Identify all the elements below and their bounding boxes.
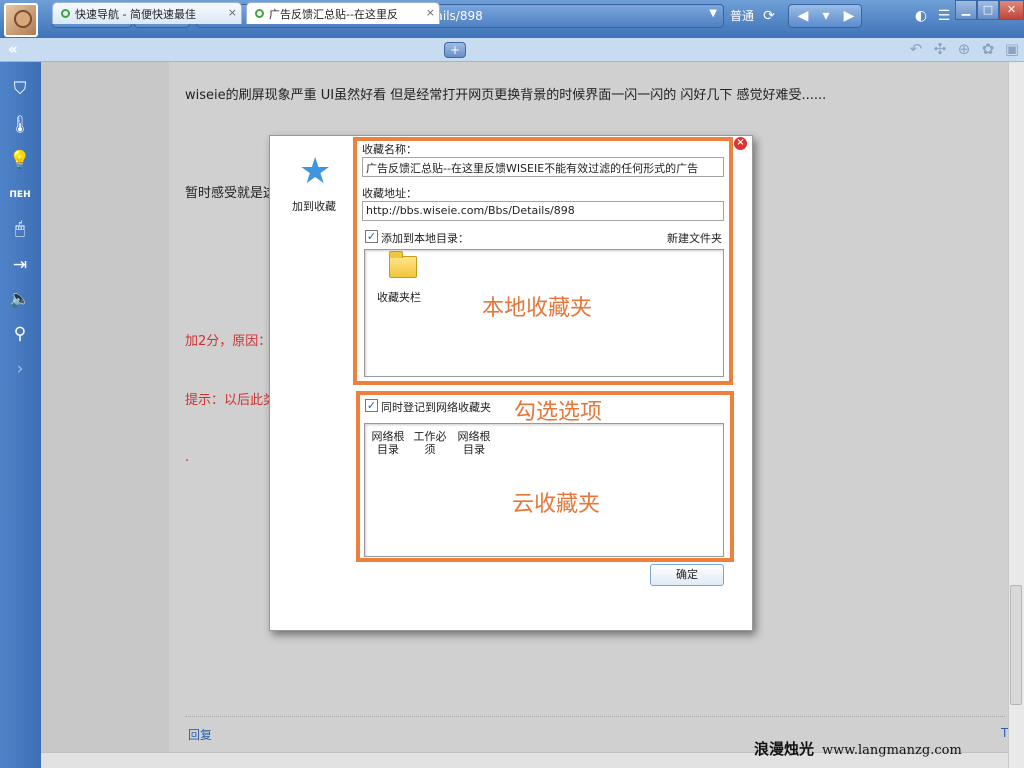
undo-icon[interactable]: ↶ <box>906 40 926 60</box>
left-sidebar: ⛉ 🌡 💡 ПЕН 🖱 ⇥ 🔈 ⚲ › <box>0 62 41 768</box>
bulb-icon[interactable]: 💡 <box>9 149 31 171</box>
local-annotation: 本地收藏夹 <box>482 296 593 321</box>
search-icon[interactable]: ⚲ <box>9 323 31 345</box>
tab-ad-feedback[interactable]: 广告反馈汇总贴--在这里反 × <box>246 2 440 24</box>
zoom-icon[interactable]: ⊕ <box>954 40 974 60</box>
scrollbar-thumb[interactable] <box>1010 585 1022 705</box>
skin-icon[interactable]: ◐ <box>910 5 932 27</box>
tab-label: 广告反馈汇总贴--在这里反 <box>269 8 398 21</box>
local-highlight-box <box>353 137 733 385</box>
speaker-icon[interactable]: 🔈 <box>9 288 31 310</box>
user-avatar[interactable] <box>4 3 38 37</box>
thermometer-icon[interactable]: 🌡 <box>9 114 31 136</box>
tab-label: 快速导航 - 简便快速最佳 <box>75 8 196 21</box>
add-favorite-label: 加到收藏 <box>292 200 336 213</box>
collapse-sidebar-icon[interactable]: « <box>8 40 18 58</box>
tab-quick-nav[interactable]: 快速导航 - 简便快速最佳 × <box>52 2 242 24</box>
export-icon[interactable]: ⇥ <box>9 254 31 276</box>
chevron-right-icon[interactable]: › <box>9 358 31 380</box>
mouse-icon[interactable]: 🖱 <box>9 218 31 240</box>
watermark-name: 浪漫烛光 <box>754 740 815 758</box>
dropdown-icon[interactable]: ▾ <box>815 5 837 27</box>
watermark: 浪漫烛光 www.langmanzg.com <box>754 738 962 759</box>
post-line-1: wiseie的刷屏现象严重 UI虽然好看 但是经常打开网页更换背景的时候界面一闪… <box>185 88 827 103</box>
close-window-icon[interactable]: ✕ <box>999 0 1024 20</box>
confirm-button[interactable]: 确定 <box>650 564 724 586</box>
cloud-annotation: 云收藏夹 <box>512 492 601 517</box>
divider <box>185 716 1005 717</box>
watermark-site: www.langmanzg.com <box>822 743 962 758</box>
menu-icon[interactable]: ☰ <box>933 5 955 27</box>
favorite-star-icon: ★ <box>299 151 332 192</box>
back-icon[interactable]: ◀ <box>792 5 814 27</box>
screen-icon[interactable]: ▣ <box>1002 40 1022 60</box>
refresh-icon[interactable]: ⟳ <box>758 5 780 27</box>
tab-status-icon <box>61 9 70 18</box>
fan-icon[interactable]: ✣ <box>930 40 950 60</box>
new-tab-button[interactable]: + <box>444 42 466 58</box>
dot-text: . <box>185 450 190 465</box>
tab-bar <box>0 38 1024 62</box>
maximize-icon[interactable]: □ <box>977 0 999 20</box>
puzzle-icon[interactable]: ✿ <box>978 40 998 60</box>
tab-close-icon[interactable]: × <box>228 6 237 19</box>
dialog-close-icon[interactable]: × <box>734 137 747 150</box>
chat-icon[interactable]: ПЕН <box>9 184 31 206</box>
reply-link[interactable]: 回复 <box>188 726 212 743</box>
tab-status-icon <box>255 9 264 18</box>
tab-close-icon[interactable]: × <box>426 6 435 19</box>
chevron-down-icon[interactable]: ▼ <box>709 8 717 19</box>
shield-icon[interactable]: ⛉ <box>9 78 31 100</box>
forward-icon[interactable]: ▶ <box>838 5 860 27</box>
minimize-icon[interactable]: ▁ <box>955 0 977 20</box>
check-annotation: 勾选选项 <box>514 400 603 425</box>
